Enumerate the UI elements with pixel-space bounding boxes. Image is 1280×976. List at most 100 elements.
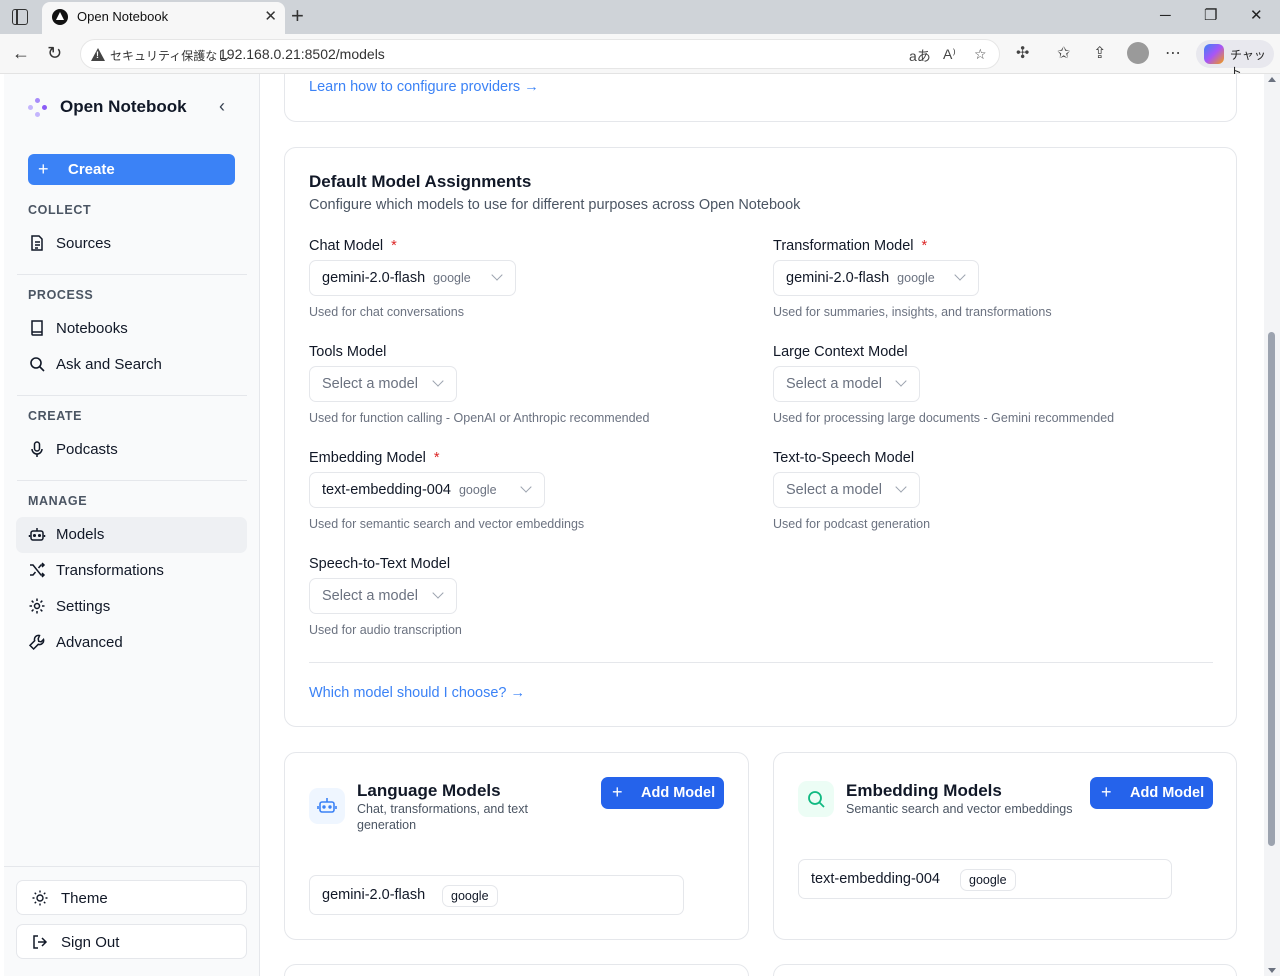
favorite-star-icon[interactable]: ☆ (974, 46, 987, 63)
sidebar-item-sources[interactable]: Sources (16, 226, 247, 262)
sidebar-item-settings[interactable]: Settings (16, 589, 247, 625)
create-button[interactable]: + Create (28, 154, 235, 185)
sign-out-button[interactable]: Sign Out (16, 924, 247, 959)
reload-icon[interactable]: ↻ (47, 42, 62, 64)
url-text[interactable]: 192.168.0.21:8502/models (219, 46, 385, 62)
restore-icon[interactable]: ❐ (1204, 6, 1217, 26)
scroll-thumb[interactable] (1268, 332, 1275, 846)
required-mark: * (433, 450, 440, 466)
theme-label: Theme (61, 890, 108, 907)
provider-badge: google (442, 885, 498, 907)
card-title: Default Model Assignments (309, 172, 532, 191)
share-icon[interactable]: ⇪ (1093, 44, 1106, 64)
scroll-down-icon[interactable] (1268, 968, 1276, 973)
sidebar-item-label: Sources (56, 235, 112, 252)
embedding-model-help: Used for semantic search and vector embe… (309, 517, 585, 531)
wrench-icon (28, 634, 45, 651)
book-icon (31, 320, 43, 336)
favorites-icon[interactable]: ✩ (1057, 44, 1070, 64)
embedding-model-select[interactable]: text-embedding-004 google (309, 472, 545, 508)
browser-tab[interactable]: Open Notebook ✕ (42, 2, 285, 34)
embedding-models-subtitle: Semantic search and vector embeddings (846, 802, 1073, 816)
profile-avatar[interactable] (1127, 42, 1149, 64)
section-create: CREATE (28, 409, 83, 423)
extensions-icon[interactable]: ✣ (1016, 44, 1029, 64)
tab-close-icon[interactable]: ✕ (264, 8, 277, 26)
scrollbar[interactable] (1264, 74, 1280, 976)
copilot-chat-button[interactable]: チャット (1196, 40, 1274, 79)
card-subtitle: Configure which models to use for differ… (309, 197, 801, 213)
divider (17, 395, 247, 396)
sidebar-item-podcasts[interactable]: Podcasts (16, 432, 247, 468)
add-model-label: Add Model (641, 785, 716, 801)
tools-model-label: Tools Model (309, 344, 387, 360)
shuffle-icon (30, 562, 46, 578)
provider-badge: google (960, 869, 1016, 891)
read-aloud-icon[interactable]: A⁾ (943, 46, 956, 63)
minimize-icon[interactable]: ─ (1160, 6, 1171, 26)
chevron-down-icon (432, 375, 444, 387)
chat-model-label: Chat Model * (309, 238, 397, 254)
sidebar-item-models[interactable]: Models (16, 517, 247, 553)
tts-model-select[interactable]: Select a model (773, 472, 920, 508)
chevron-down-icon (520, 481, 532, 493)
stt-model-select[interactable]: Select a model (309, 578, 457, 614)
sidebar-item-notebooks[interactable]: Notebooks (16, 311, 247, 347)
sidebar-item-ask-search[interactable]: Ask and Search (16, 347, 247, 383)
choose-model-link[interactable]: Which model should I choose? → (309, 685, 525, 701)
warning-icon[interactable] (91, 48, 105, 61)
security-label[interactable]: セキュリティ保護なし (110, 47, 229, 64)
chevron-down-icon (895, 481, 907, 493)
back-icon[interactable]: ← (12, 42, 30, 64)
stt-model-help: Used for audio transcription (309, 623, 462, 637)
sidebar-item-label: Settings (56, 598, 111, 615)
address-bar-row: ← ↻ セキュリティ保護なし 192.168.0.21:8502/models … (0, 34, 1280, 79)
configure-providers-link[interactable]: Learn how to configure providers → (309, 79, 539, 95)
stt-model-label: Speech-to-Text Model (309, 556, 451, 572)
section-process: PROCESS (28, 288, 94, 302)
sidebar-item-advanced[interactable]: Advanced (16, 625, 247, 661)
collapse-sidebar-icon[interactable]: ‹ (219, 96, 225, 117)
file-text-icon (31, 235, 43, 251)
transformation-model-help: Used for summaries, insights, and transf… (773, 305, 1052, 319)
tools-model-help: Used for function calling - OpenAI or An… (309, 411, 650, 425)
language-models-subtitle: Chat, transformations, and text generati… (357, 802, 528, 832)
app: Open Notebook ‹ + Create COLLECT Sources… (0, 74, 1280, 976)
app-title: Open Notebook (60, 97, 187, 116)
add-language-model-button[interactable]: + Add Model (601, 777, 724, 809)
create-button-label: Create (68, 161, 115, 178)
url-field[interactable]: セキュリティ保護なし 192.168.0.21:8502/models aあ A… (80, 39, 1000, 69)
browser-tab-bar: Open Notebook ✕ + ─ ❐ ✕ (0, 0, 1280, 34)
bot-icon (309, 788, 345, 824)
required-mark: * (921, 238, 928, 254)
add-embedding-model-button[interactable]: + Add Model (1090, 777, 1213, 809)
section-collect: COLLECT (28, 203, 92, 217)
more-icon[interactable]: ⋯ (1165, 44, 1181, 64)
gear-icon (29, 598, 45, 614)
language-models-title: Language Models (357, 781, 501, 800)
sidebar-item-label: Models (56, 526, 105, 543)
large-context-model-select[interactable]: Select a model (773, 366, 920, 402)
chevron-down-icon (895, 375, 907, 387)
divider (309, 662, 1213, 663)
tts-model-help: Used for podcast generation (773, 517, 931, 531)
translate-icon[interactable]: aあ (909, 46, 931, 66)
tab-actions-icon[interactable] (12, 9, 28, 25)
copilot-icon (1204, 44, 1224, 64)
tools-model-select[interactable]: Select a model (309, 366, 457, 402)
next-card-left (284, 964, 749, 976)
window-close-icon[interactable]: ✕ (1250, 6, 1263, 26)
sidebar-item-transformations[interactable]: Transformations (16, 553, 247, 589)
chat-model-select[interactable]: gemini-2.0-flash google (309, 260, 516, 296)
add-model-label: Add Model (1130, 785, 1205, 801)
theme-button[interactable]: Theme (16, 880, 247, 915)
list-item[interactable]: text-embedding-004 google (798, 859, 1172, 899)
scroll-up-icon[interactable] (1268, 77, 1276, 82)
transformation-model-select[interactable]: gemini-2.0-flash google (773, 260, 979, 296)
bot-icon (28, 528, 46, 541)
favicon-icon (52, 9, 68, 25)
plus-icon: + (1101, 782, 1112, 802)
new-tab-icon[interactable]: + (291, 5, 304, 27)
search-icon (798, 781, 834, 817)
list-item[interactable]: gemini-2.0-flash google (309, 875, 684, 915)
